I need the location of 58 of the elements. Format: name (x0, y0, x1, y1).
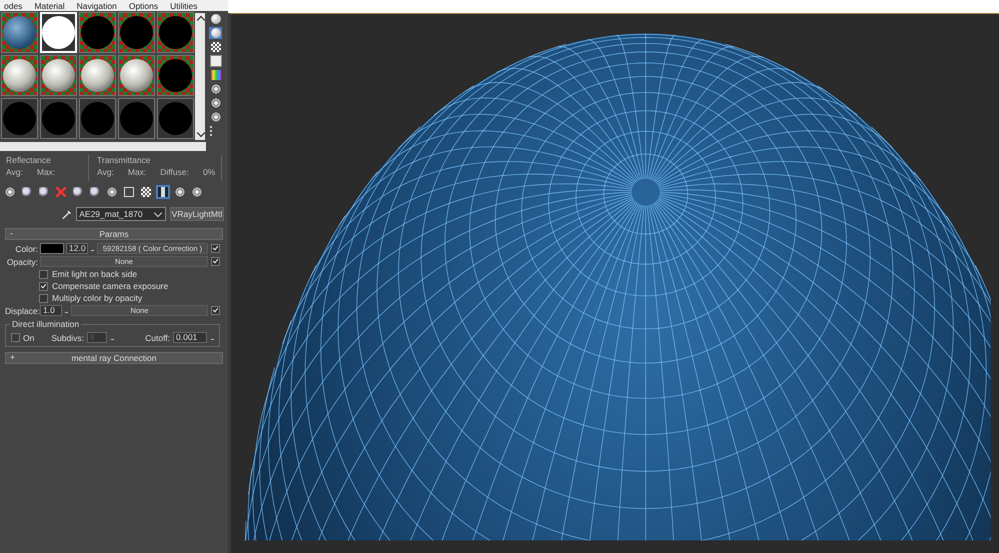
checkbox[interactable] (211, 306, 220, 315)
menu-item[interactable]: Options (128, 0, 158, 10)
collapse-toggle[interactable]: - (10, 228, 13, 238)
empty-slot[interactable] (118, 98, 155, 139)
empty-slot[interactable] (40, 98, 77, 139)
checkbox[interactable] (39, 294, 48, 302)
empty-slot[interactable] (79, 12, 116, 53)
empty-slot[interactable] (118, 12, 155, 53)
empty-slot[interactable] (157, 98, 194, 139)
cutoff-spinner[interactable]: 0.001 (173, 332, 207, 343)
checkbox-label: Emit light on back side (52, 269, 138, 279)
max-label: Max: (128, 167, 146, 177)
rollout-title: Params (99, 229, 129, 239)
checkbox[interactable] (11, 333, 20, 342)
empty-slot[interactable] (157, 55, 194, 96)
menu-item[interactable]: odes (4, 0, 22, 10)
multiplier-spinner[interactable]: 12.0 (66, 243, 88, 254)
opacity-label: Opacity: (6, 256, 38, 266)
vertical-scrollbar[interactable] (195, 13, 205, 140)
displace-spinner[interactable]: 1.0 (40, 305, 62, 316)
material-name-field[interactable]: AE29_mat_1870 (76, 207, 166, 221)
transmittance-label: Transmittance (97, 155, 152, 167)
checker-icon[interactable] (139, 185, 153, 199)
rollout-title: mental ray Connection (71, 353, 157, 363)
eyedropper-icon[interactable] (62, 208, 72, 220)
menu-item[interactable]: Material (34, 0, 65, 10)
empty-slot[interactable] (157, 12, 194, 53)
displace-label: Displace: (5, 306, 38, 316)
avg-label: Avg: (97, 167, 114, 177)
diffuse-label: Diffuse: (160, 167, 189, 177)
subdivs-label: Subdivs: (51, 332, 84, 342)
checkbox[interactable] (211, 244, 220, 253)
color-bars-icon[interactable] (209, 69, 222, 81)
avg-label: Avg: (6, 167, 23, 177)
rollout-header[interactable]: + mental ray Connection (5, 352, 223, 364)
color-label: Color: (14, 244, 38, 254)
max-label: Max: (36, 167, 56, 177)
empty-slot[interactable] (79, 98, 116, 139)
menu-item[interactable]: Navigation (76, 0, 117, 10)
group-title: Direct illumination (10, 319, 82, 329)
square-icon[interactable] (209, 55, 222, 67)
menu-item[interactable]: Utilities (170, 0, 198, 10)
diffuse-value: 0% (202, 167, 216, 177)
checkbox-label: Multiply color by opacity (52, 293, 142, 303)
checkbox[interactable] (39, 282, 48, 290)
rollout-header[interactable]: - Params (5, 228, 223, 240)
cutoff-label: Cutoff: (145, 332, 170, 342)
material-type-button[interactable]: VRayLightMtl (170, 207, 224, 221)
color-swatch[interactable] (40, 243, 64, 254)
checkbox[interactable] (39, 270, 48, 278)
checkbox[interactable] (211, 257, 220, 266)
checkbox-label: On (23, 332, 34, 342)
empty-slot[interactable] (1, 98, 38, 139)
checkbox-label: Compensate camera exposure (52, 281, 168, 291)
checker-icon[interactable] (209, 41, 222, 53)
expand-toggle[interactable]: + (10, 352, 15, 362)
reflectance-label: Reflectance (6, 155, 52, 167)
horizontal-scrollbar[interactable] (0, 142, 206, 151)
